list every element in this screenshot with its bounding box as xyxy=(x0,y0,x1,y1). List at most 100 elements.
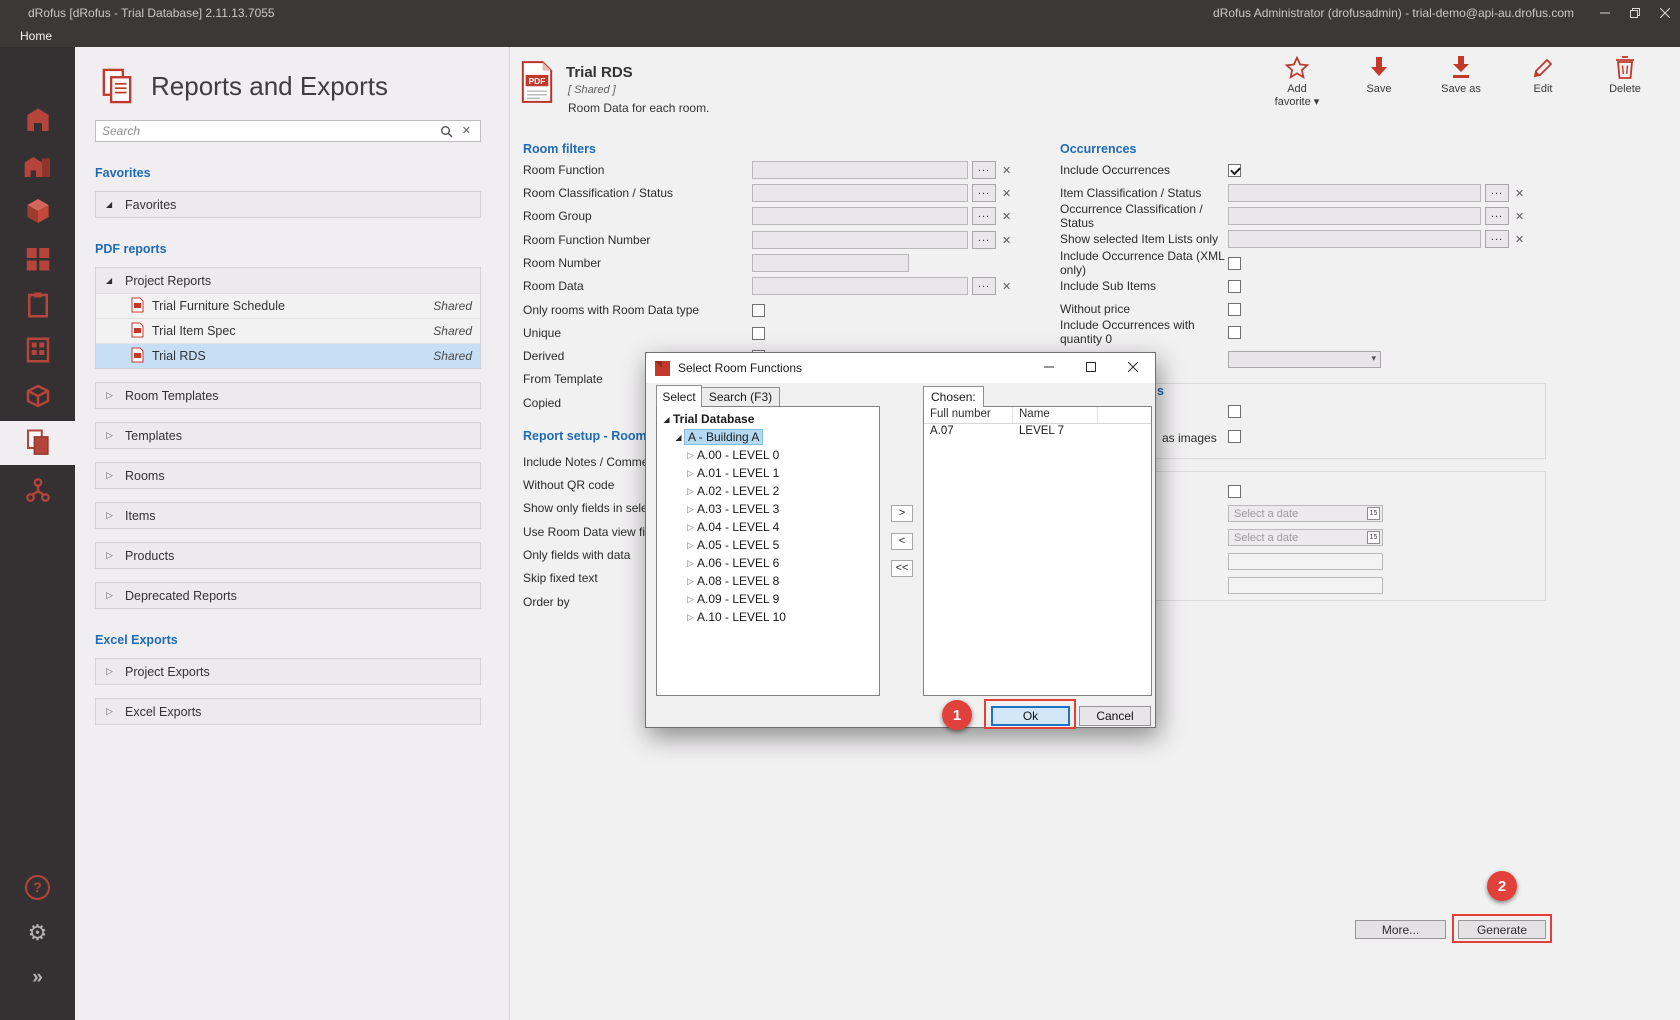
include-occurrences-qty0-checkbox[interactable] xyxy=(1228,326,1241,339)
rail-item-items[interactable] xyxy=(0,236,75,280)
tree-node-level-8[interactable]: ▷A.08 - LEVEL 8 xyxy=(657,572,879,590)
report-row-trial-item-spec[interactable]: Trial Item Spec Shared xyxy=(96,318,480,343)
report-row-trial-rds[interactable]: Trial RDS Shared xyxy=(96,343,480,368)
save-button[interactable]: Save xyxy=(1350,55,1408,109)
room-data-clear-icon[interactable]: ✕ xyxy=(1002,280,1011,293)
room-function-input[interactable] xyxy=(752,161,968,179)
partial-checkbox-1[interactable] xyxy=(1228,405,1241,418)
rail-item-settings[interactable]: ⚙ xyxy=(0,911,75,955)
tree-node-level-3[interactable]: ▷A.03 - LEVEL 3 xyxy=(657,500,879,518)
move-remove-all-button[interactable]: << xyxy=(891,560,913,577)
date-to-input[interactable]: Select a date15 xyxy=(1228,529,1383,546)
item-classification-clear-icon[interactable]: ✕ xyxy=(1515,187,1524,200)
tree-node-level-1[interactable]: ▷A.01 - LEVEL 1 xyxy=(657,464,879,482)
column-name[interactable]: Name xyxy=(1013,407,1098,423)
rail-expand-button[interactable]: » xyxy=(0,955,75,999)
group-project-reports[interactable]: ◢Project Reports xyxy=(96,268,480,293)
group-templates[interactable]: ▷Templates xyxy=(96,423,480,448)
occurrences-sort-select[interactable]: ▾ xyxy=(1228,351,1381,368)
room-function-number-clear-icon[interactable]: ✕ xyxy=(1002,234,1011,247)
dialog-maximize-button[interactable] xyxy=(1076,357,1106,377)
room-group-clear-icon[interactable]: ✕ xyxy=(1002,210,1011,223)
tree-node-database[interactable]: ◢Trial Database xyxy=(657,410,879,428)
cancel-button[interactable]: Cancel xyxy=(1079,706,1151,726)
include-occurrence-data-checkbox[interactable] xyxy=(1228,257,1241,270)
tab-select[interactable]: Select xyxy=(656,385,702,407)
item-classification-picker-button[interactable]: ... xyxy=(1485,184,1509,202)
group-rooms[interactable]: ▷Rooms xyxy=(96,463,480,488)
dialog-minimize-button[interactable] xyxy=(1034,357,1064,377)
window-minimize-button[interactable] xyxy=(1590,0,1620,25)
group-room-templates[interactable]: ▷Room Templates xyxy=(96,383,480,408)
partial-checkbox-2[interactable] xyxy=(1228,485,1241,498)
tree-node-level-0[interactable]: ▷A.00 - LEVEL 0 xyxy=(657,446,879,464)
only-rooms-with-room-data-type-checkbox[interactable] xyxy=(752,304,765,317)
tree-node-level-9[interactable]: ▷A.09 - LEVEL 9 xyxy=(657,590,879,608)
room-function-picker-button[interactable]: ... xyxy=(972,161,996,179)
room-function-number-input[interactable] xyxy=(752,231,968,249)
show-selected-item-lists-picker-button[interactable]: ... xyxy=(1485,230,1509,248)
search-input[interactable] xyxy=(96,121,480,141)
more-button[interactable]: More... xyxy=(1355,920,1446,939)
group-excel-exports[interactable]: ▷Excel Exports xyxy=(96,699,480,724)
column-full-number[interactable]: Full number xyxy=(924,407,1013,423)
rail-item-buildings[interactable] xyxy=(0,143,75,187)
rail-item-contacts[interactable] xyxy=(0,468,75,512)
unique-checkbox[interactable] xyxy=(752,327,765,340)
window-close-button[interactable] xyxy=(1650,0,1680,25)
calendar-icon[interactable]: 15 xyxy=(1367,507,1380,520)
room-data-input[interactable] xyxy=(752,277,968,295)
move-remove-button[interactable]: < xyxy=(891,533,913,550)
include-occurrences-checkbox[interactable] xyxy=(1228,164,1241,177)
rail-item-products[interactable] xyxy=(0,374,75,418)
as-images-checkbox[interactable] xyxy=(1228,430,1241,443)
rail-item-room-data[interactable] xyxy=(0,283,75,327)
text-input-2[interactable] xyxy=(1228,577,1383,594)
calendar-icon[interactable]: 15 xyxy=(1367,531,1380,544)
tree-node-level-4[interactable]: ▷A.04 - LEVEL 4 xyxy=(657,518,879,536)
occurrence-classification-input[interactable] xyxy=(1228,207,1481,225)
rail-item-model[interactable] xyxy=(0,189,75,233)
item-classification-input[interactable] xyxy=(1228,184,1481,202)
rail-item-systems[interactable] xyxy=(0,328,75,372)
search-icon[interactable] xyxy=(440,125,453,143)
add-favorite-button[interactable]: Add favorite ▾ xyxy=(1268,55,1326,109)
tree-node-level-5[interactable]: ▷A.05 - LEVEL 5 xyxy=(657,536,879,554)
show-selected-item-lists-input[interactable] xyxy=(1228,230,1481,248)
tree-node-level-10[interactable]: ▷A.10 - LEVEL 10 xyxy=(657,608,879,626)
window-restore-button[interactable] xyxy=(1620,0,1650,25)
group-deprecated-reports[interactable]: ▷Deprecated Reports xyxy=(96,583,480,608)
include-sub-items-checkbox[interactable] xyxy=(1228,280,1241,293)
group-products[interactable]: ▷Products xyxy=(96,543,480,568)
without-price-checkbox[interactable] xyxy=(1228,303,1241,316)
chosen-row-a07[interactable]: A.07 LEVEL 7 xyxy=(924,424,1151,441)
show-selected-item-lists-clear-icon[interactable]: ✕ xyxy=(1515,233,1524,246)
group-favorites[interactable]: ◢Favorites xyxy=(96,192,480,217)
search-clear-icon[interactable]: ✕ xyxy=(462,124,471,137)
rail-item-reports[interactable] xyxy=(0,421,75,465)
save-as-button[interactable]: Save as xyxy=(1432,55,1490,109)
room-function-number-picker-button[interactable]: ... xyxy=(972,231,996,249)
occurrence-classification-picker-button[interactable]: ... xyxy=(1485,207,1509,225)
delete-button[interactable]: Delete xyxy=(1596,55,1654,109)
group-items[interactable]: ▷Items xyxy=(96,503,480,528)
room-data-picker-button[interactable]: ... xyxy=(972,277,996,295)
move-add-button[interactable]: > xyxy=(891,505,913,522)
room-group-input[interactable] xyxy=(752,207,968,225)
edit-button[interactable]: Edit xyxy=(1514,55,1572,109)
report-row-trial-furniture-schedule[interactable]: Trial Furniture Schedule Shared xyxy=(96,293,480,318)
tree-node-level-2[interactable]: ▷A.02 - LEVEL 2 xyxy=(657,482,879,500)
room-group-picker-button[interactable]: ... xyxy=(972,207,996,225)
rail-item-project[interactable] xyxy=(0,97,75,141)
dialog-close-button[interactable] xyxy=(1118,357,1148,377)
tree-node-level-6[interactable]: ▷A.06 - LEVEL 6 xyxy=(657,554,879,572)
room-classification-clear-icon[interactable]: ✕ xyxy=(1002,187,1011,200)
room-number-input[interactable] xyxy=(752,254,909,272)
tree-node-building-a[interactable]: ◢A - Building A xyxy=(657,428,879,446)
room-function-clear-icon[interactable]: ✕ xyxy=(1002,164,1011,177)
text-input-1[interactable] xyxy=(1228,553,1383,570)
group-project-exports[interactable]: ▷Project Exports xyxy=(96,659,480,684)
occurrence-classification-clear-icon[interactable]: ✕ xyxy=(1515,210,1524,223)
room-classification-input[interactable] xyxy=(752,184,968,202)
date-from-input[interactable]: Select a date15 xyxy=(1228,505,1383,522)
